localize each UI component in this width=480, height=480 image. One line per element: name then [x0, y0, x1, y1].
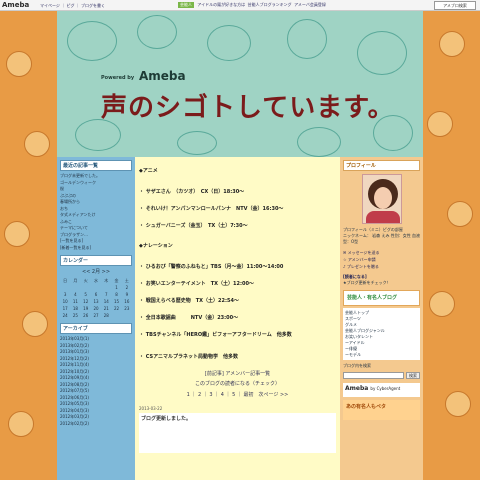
reader-note[interactable]: ★ブログ更新をチェック！	[343, 280, 420, 286]
left-sidebar: 最近の記事一覧 ブログ未更新でした。 ゴールデンウィーク 桜 ぷぷぷの 春場所か…	[57, 157, 135, 480]
ameba-footer-logo-text: Ameba	[345, 385, 369, 392]
celebrity-blog-banner[interactable]: 芸能人・有名人ブログ	[343, 290, 420, 306]
blog-search-input[interactable]	[343, 372, 404, 379]
entry-title[interactable]: ブログ更新しました。	[141, 416, 191, 422]
recent-posts-list: ブログ未更新でした。 ゴールデンウィーク 桜 ぷぷぷの 春場所から おち タ式メ…	[60, 173, 132, 251]
archive-list: 2013年03月(1) 2013年02月(2) 2013年01月(3) 2012…	[60, 336, 132, 427]
prev-article-link[interactable]: [前記事] アメンバー記事一覧	[139, 370, 336, 377]
reader-link[interactable]: このブログの読者になる（チェック）	[139, 380, 336, 387]
archive-title: アーカイブ	[60, 323, 132, 334]
amember-request-label[interactable]: アメンバー申請	[348, 257, 376, 262]
promo-text[interactable]: アイドルの鳳が好きな方は	[197, 2, 245, 7]
blog-search-button[interactable]: 検索	[406, 372, 420, 379]
calendar-month[interactable]: << 2月 >>	[60, 268, 132, 275]
amember-request-button[interactable]: ☆ アメンバー申請	[343, 256, 420, 263]
anime-item: ・ それいけ！アンパンマンロールパンナ NTV（金）16:30〜	[139, 206, 284, 212]
send-present-button[interactable]: ♪ プレゼントを贈る	[343, 263, 420, 270]
blog-search-label: ブログ内を検索	[343, 363, 371, 368]
list-item[interactable]: ーモデル	[345, 352, 418, 358]
peta-banner[interactable]: あの有名人もペタ	[343, 400, 420, 420]
celebrity-category-list: 芸能人トップ スポーツ グルメ 芸能人ブログジャンル お笑いタレント ーアイドル…	[343, 308, 420, 360]
left-decoration	[0, 11, 57, 480]
pagination[interactable]: 1 ｜ 2 ｜ 3 ｜ 4 ｜ 5 ｜ 最初 次ページ >>	[139, 391, 336, 398]
global-header: Ameba マイページ ｜ ピグ ｜ ブログを書く 芸能人 アイドルの鳳が好きな…	[0, 0, 480, 11]
send-message-label[interactable]: メッセージを送る	[348, 250, 380, 255]
promo-text-2[interactable]: 芸能人ブログランキング	[248, 2, 292, 7]
ameblo-search-button[interactable]: アメブロ検索	[434, 1, 476, 10]
send-present-label[interactable]: プレゼントを贈る	[347, 264, 379, 269]
calendar-title: カレンダー	[60, 255, 132, 266]
profile-meta-gender: 性別：女性	[390, 233, 411, 238]
ameba-by-label: by CyberAgent	[370, 386, 401, 391]
blog-search: 検索	[343, 372, 420, 379]
profile-meta-name: 岩森 えみ	[372, 233, 390, 238]
send-message-button[interactable]: ✉ メッセージを送る	[343, 249, 420, 256]
entry-date: 2013-03-22	[139, 406, 163, 411]
profile-title: プロフィール	[343, 160, 420, 171]
narration-item: ・ ひるおび「警察のふねもと」TBS（月〜金）11:00〜14:00	[139, 264, 284, 270]
narration-item: ・ 全日本歌謡曲 NTV（金）23:00〜	[139, 315, 239, 321]
promo-text-3[interactable]: アメーバ会員登録	[294, 2, 326, 7]
header-ameba-logo[interactable]: Ameba	[139, 69, 186, 83]
right-decoration	[423, 11, 480, 480]
powered-by-label: Powered by	[101, 75, 135, 81]
list-item[interactable]: [新着一覧を見る]	[60, 245, 132, 252]
anime-heading: ◆アニメ	[139, 168, 158, 174]
entry-box: ブログ更新しました。	[139, 413, 336, 453]
green-tag: 芸能人	[178, 2, 194, 8]
header-promo[interactable]: 芸能人 アイドルの鳳が好きな方は 芸能人ブログランキング アメーバ会員登録	[178, 2, 326, 8]
anime-item: ・ シュガーバニーズ（金玉） TX（土）7:30〜	[139, 223, 248, 229]
ameba-footer-logo[interactable]: Ameba by CyberAgent	[343, 383, 420, 397]
cm-item: ・ CSアニマルプラネット局動物学 他多数	[139, 354, 239, 360]
blog-header: Powered by Ameba 声のシゴトしています。	[57, 11, 423, 157]
right-sidebar: プロフィール プロフィール（ミニ）ピグの部屋 ニックネーム： 岩森 えみ 性別：…	[340, 157, 423, 480]
narration-item: ・ 戦国えらべる歴史物 TX（土）22:54〜	[139, 298, 239, 304]
blog-title[interactable]: 声のシゴトしています。	[101, 87, 395, 124]
profile-photo[interactable]	[361, 174, 402, 224]
narration-item: ・ お笑いエンターテイメント TX（土）12:00〜	[139, 281, 254, 287]
anime-item: ・ サザエさん （カツオ） CX（日）18:30〜	[139, 189, 245, 195]
recent-posts-title: 最近の記事一覧	[60, 160, 132, 171]
narration-heading: ◆ナレーション	[139, 243, 173, 249]
narration-item: ・ TBSチャンネル「HERO鑑」ビフォーアフタードリーム 他多数	[139, 332, 292, 338]
list-item[interactable]: 2012年02月(2)	[60, 421, 132, 428]
header-links[interactable]: マイページ ｜ ピグ ｜ ブログを書く	[40, 3, 105, 9]
main-content: ◆アニメ ・ サザエさん （カツオ） CX（日）18:30〜 ・ それいけ！アン…	[135, 157, 340, 480]
ameba-logo[interactable]: Ameba	[2, 1, 29, 9]
profile-meta: ニックネーム： 岩森 えみ 性別：女性 血液型：O型	[343, 233, 420, 245]
profile-meta-nickname: ニックネーム：	[343, 233, 371, 238]
calendar-table: 日月火水木金土 12 3456789 10 11 12 13 14 15 16 17 18 19…	[62, 277, 130, 319]
